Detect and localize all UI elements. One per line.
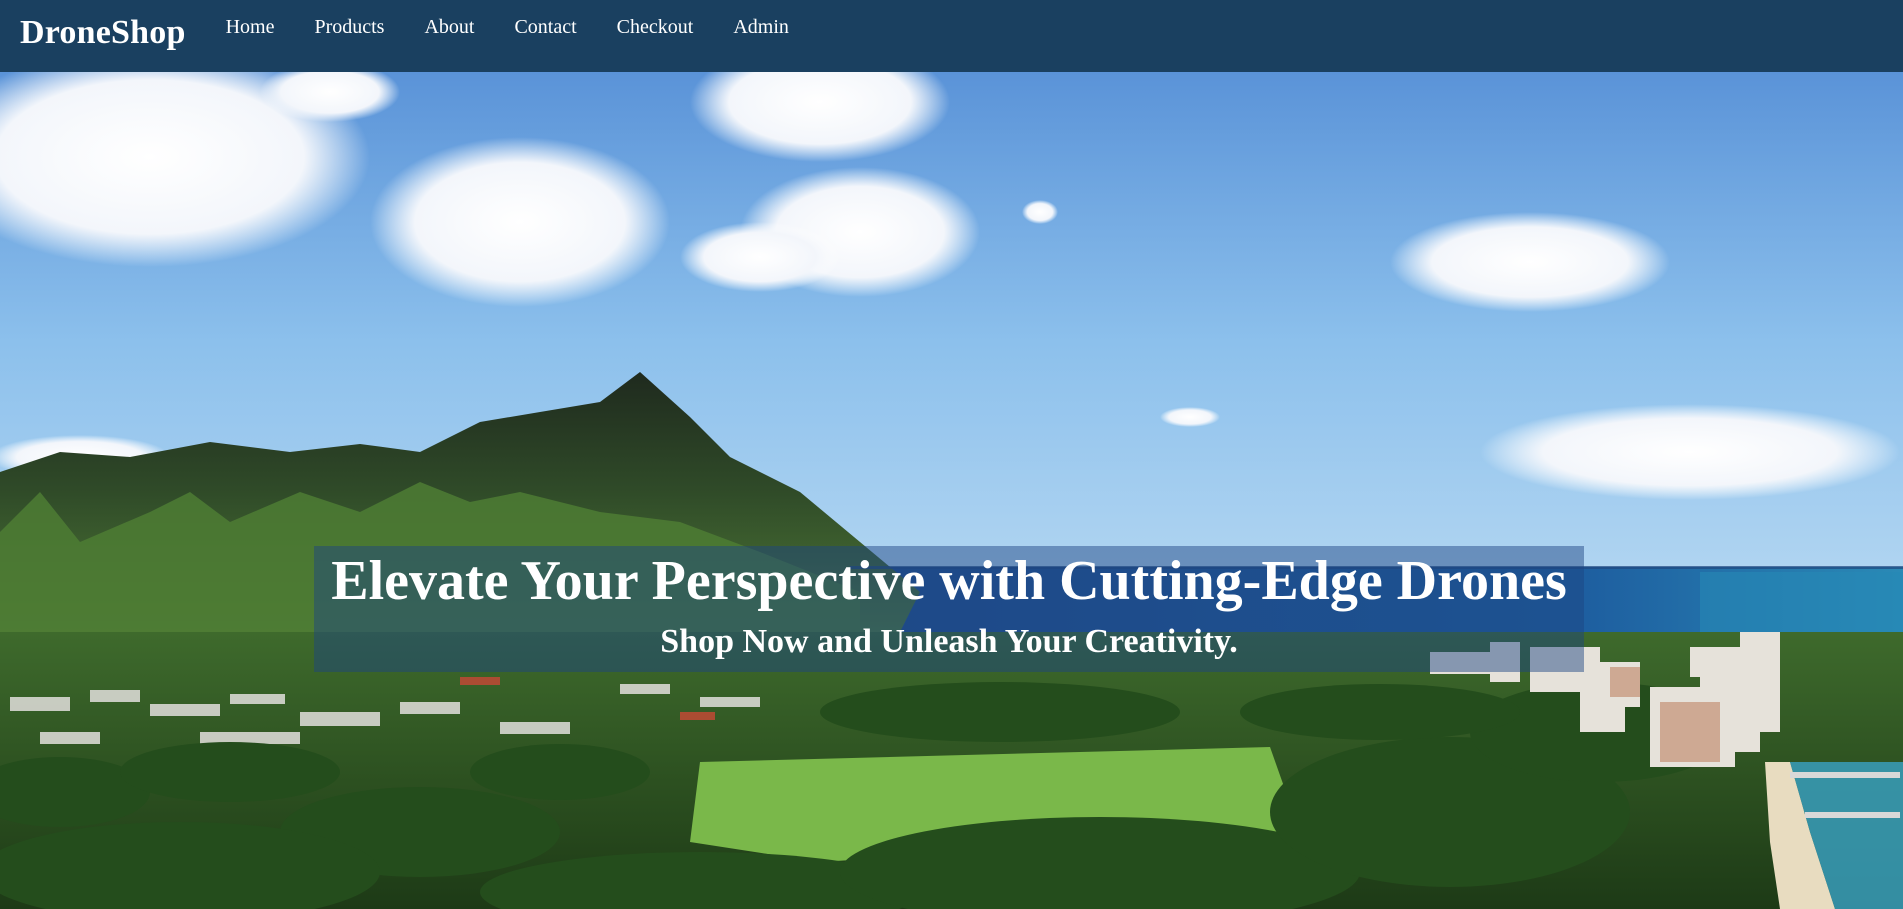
nav-link-contact[interactable]: Contact [514,16,576,39]
navbar: DroneShop Home Products About Contact Ch… [0,0,1903,72]
hero-title: Elevate Your Perspective with Cutting-Ed… [331,550,1567,612]
nav-link-home[interactable]: Home [226,16,275,39]
brand-logo[interactable]: DroneShop [20,14,186,52]
hero-background-image [0,72,1903,909]
nav-link-checkout[interactable]: Checkout [617,16,694,39]
hero-scene [0,72,1903,909]
nav-link-about[interactable]: About [424,16,474,39]
hero-subtitle: Shop Now and Unleash Your Creativity. [660,623,1238,660]
page: DroneShop Home Products About Contact Ch… [0,0,1903,909]
nav-links: Home Products About Contact Checkout Adm… [226,16,829,39]
hero-banner: Elevate Your Perspective with Cutting-Ed… [314,546,1584,672]
nav-link-products[interactable]: Products [314,16,384,39]
nav-link-admin[interactable]: Admin [733,16,789,39]
